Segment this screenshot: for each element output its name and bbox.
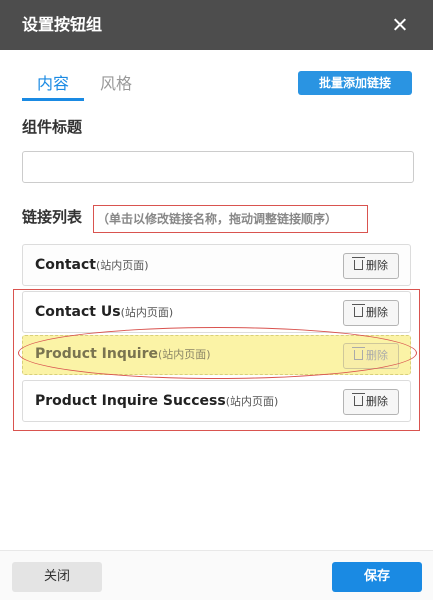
delete-button[interactable]: 删除 <box>343 253 399 279</box>
delete-label: 删除 <box>366 395 388 408</box>
delete-button[interactable]: 删除 <box>343 343 399 369</box>
link-name[interactable]: Contact Us(站内页面) <box>35 302 173 323</box>
link-name-text: Product Inquire <box>35 346 158 362</box>
delete-label: 删除 <box>366 349 388 362</box>
dialog-footer: 关闭 保存 <box>0 550 433 600</box>
link-item-dragging[interactable]: Product Inquire(站内页面) 删除 <box>22 335 411 375</box>
trash-icon <box>352 347 365 360</box>
link-type: (站内页面) <box>120 306 174 319</box>
link-name[interactable]: Contact(站内页面) <box>35 255 149 276</box>
delete-label: 删除 <box>366 259 388 272</box>
dialog-header: 设置按钮组 <box>0 0 433 50</box>
link-name-text: Contact <box>35 257 96 273</box>
link-name-text: Product Inquire Success <box>35 393 226 409</box>
batch-add-links-button[interactable]: 批量添加链接 <box>298 71 412 95</box>
save-button[interactable]: 保存 <box>332 562 422 592</box>
component-title-label: 组件标题 <box>22 118 83 136</box>
link-type: (站内页面) <box>96 259 149 272</box>
close-button[interactable]: 关闭 <box>12 562 102 592</box>
link-list-label: 链接列表 <box>22 208 83 226</box>
trash-icon <box>352 304 365 317</box>
link-name[interactable]: Product Inquire(站内页面) <box>35 344 211 365</box>
delete-button[interactable]: 删除 <box>343 300 399 326</box>
tab-content[interactable]: 内容 <box>37 73 69 95</box>
link-item[interactable]: Contact Us(站内页面) 删除 <box>22 291 411 333</box>
tab-style[interactable]: 风格 <box>100 73 132 95</box>
link-item[interactable]: Contact(站内页面) 删除 <box>22 244 411 286</box>
component-title-input[interactable] <box>22 151 414 183</box>
link-name-text: Contact Us <box>35 304 121 320</box>
trash-icon <box>352 257 365 270</box>
dialog-title: 设置按钮组 <box>22 15 103 34</box>
link-name[interactable]: Product Inquire Success(站内页面) <box>35 391 278 412</box>
active-tab-indicator <box>22 98 84 101</box>
link-type: (站内页面) <box>225 395 279 408</box>
delete-label: 删除 <box>366 306 388 319</box>
delete-button[interactable]: 删除 <box>343 389 399 415</box>
link-type: (站内页面) <box>158 348 211 361</box>
close-icon[interactable] <box>387 12 413 38</box>
trash-icon <box>352 393 365 406</box>
link-list-hint: （单击以修改链接名称，拖动调整链接顺序） <box>93 205 368 233</box>
link-item[interactable]: Product Inquire Success(站内页面) 删除 <box>22 380 411 422</box>
